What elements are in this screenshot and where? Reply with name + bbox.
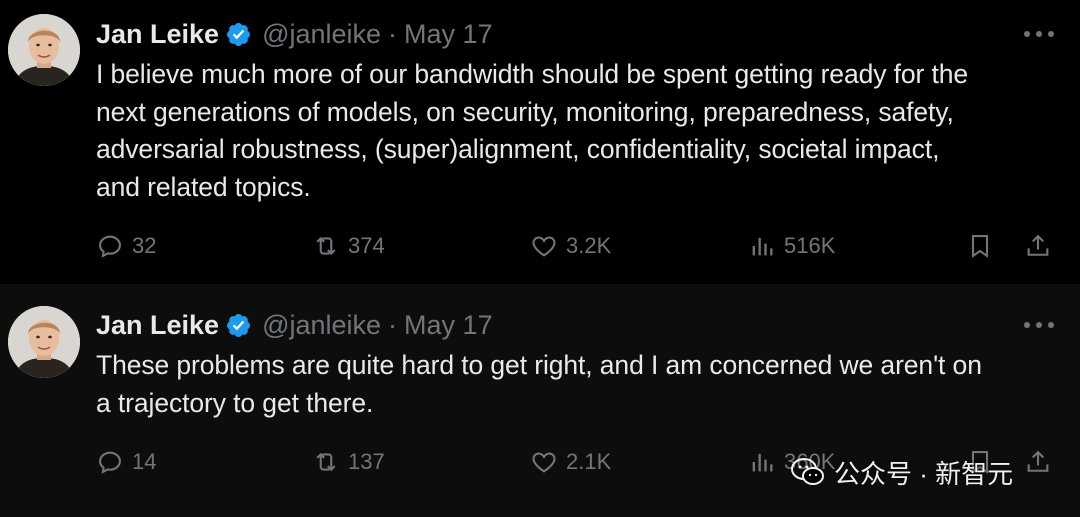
repost-count: 374 [348,233,385,258]
avatar[interactable] [8,306,80,378]
tweet-text-line: adversarial robustness, (super)alignment… [96,134,940,164]
verified-badge-icon[interactable] [225,312,252,339]
like-button[interactable]: 3.2K [530,226,611,266]
handle[interactable]: @janleike [262,310,381,341]
reply-button[interactable]: 14 [96,442,156,482]
tweet-text: I believe much more of our bandwidth sho… [96,56,1066,206]
repost-button[interactable]: 374 [312,226,385,266]
display-name[interactable]: Jan Leike [96,310,219,341]
reply-count: 14 [132,449,157,474]
like-count: 2.1K [566,449,612,474]
tweet-actions: 32 374 3.2K 516K [96,226,1056,266]
display-name[interactable]: Jan Leike [96,19,219,50]
tweet-text-line: These problems are quite hard to get rig… [96,350,982,380]
bookmark-button[interactable] [966,226,1002,266]
share-icon [1027,234,1049,256]
handle[interactable]: @janleike [262,19,381,50]
tweet-text-line: and related topics. [96,171,311,202]
tweet-header: Jan Leike @janleike · May 17 [96,16,493,52]
watermark-text: 公众号 · 新智元 [834,458,1014,489]
reply-count: 32 [132,233,157,258]
tweet-date[interactable]: May 17 [404,310,493,341]
analytics-icon [752,453,773,472]
repost-icon [316,236,336,256]
heart-icon [532,236,556,257]
reply-icon [99,235,121,258]
like-count: 3.2K [566,233,612,258]
repost-icon [316,452,336,472]
tweet[interactable]: Jan Leike @janleike · May 17 I believe m… [0,0,1080,284]
separator-dot: · [388,309,398,340]
heart-icon [532,452,556,473]
more-options-icon[interactable] [1024,24,1054,44]
tweet-text-line: next generations of models, on security,… [96,96,954,127]
separator-dot: · [388,18,398,49]
tweet-header: Jan Leike @janleike · May 17 [96,307,493,343]
view-count: 516K [784,233,836,258]
tweet-text-line: a trajectory to get there. [96,387,374,418]
share-button[interactable] [1024,442,1060,482]
share-button[interactable] [1024,226,1060,266]
wechat-icon [791,458,824,485]
more-options-icon[interactable] [1024,315,1054,335]
bookmark-icon [971,235,989,258]
repost-button[interactable]: 137 [312,442,385,482]
verified-badge-icon[interactable] [225,21,252,48]
tweet-text: These problems are quite hard to get rig… [96,347,1066,422]
views-button[interactable]: 516K [748,226,835,266]
analytics-icon [752,237,773,256]
repost-count: 137 [348,449,385,474]
avatar[interactable] [8,14,80,86]
reply-button[interactable]: 32 [96,226,156,266]
tweet-date[interactable]: May 17 [404,19,493,50]
tweet-text-line: I believe much more of our bandwidth sho… [96,59,969,89]
like-button[interactable]: 2.1K [530,442,611,482]
watermark: 公众号 · 新智元 [790,452,1013,492]
reply-icon [99,451,121,474]
share-icon [1027,450,1049,472]
